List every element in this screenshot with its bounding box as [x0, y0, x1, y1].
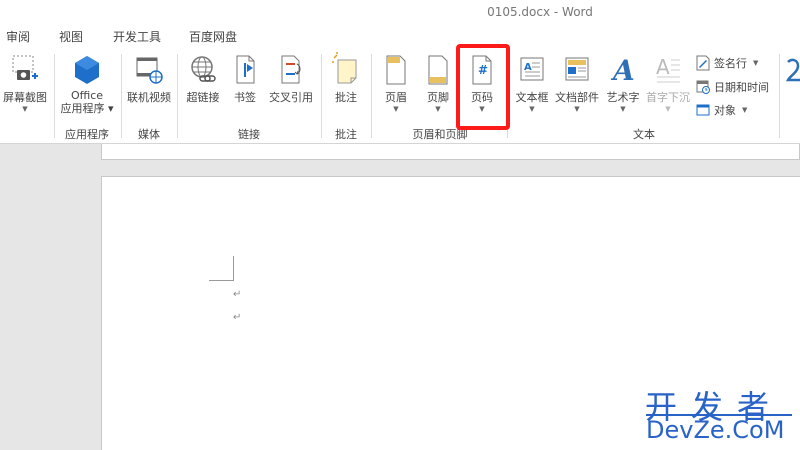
online-video-icon: [134, 52, 164, 88]
footer-button[interactable]: 页脚 ▼: [420, 52, 456, 113]
wordart-icon: A: [608, 52, 638, 88]
footer-label: 页脚: [427, 91, 449, 104]
chevron-down-icon: ▼: [742, 106, 748, 114]
calendar-clock-icon: [696, 79, 710, 95]
text-box-label: 文本框: [515, 91, 549, 104]
text-box-button[interactable]: A 文本框 ▼: [512, 52, 552, 113]
date-time-button[interactable]: 日期和时间: [696, 77, 769, 97]
chevron-down-icon: ▼: [22, 105, 28, 113]
chevron-down-icon: ▼: [665, 105, 671, 113]
wordart-button[interactable]: A 艺术字 ▼: [604, 52, 642, 113]
drop-cap-label: 首字下沉: [646, 91, 690, 104]
comment-icon: [331, 52, 361, 88]
group-separator: [177, 54, 178, 138]
hyperlink-label: 超链接: [186, 91, 220, 104]
object-icon: [696, 102, 710, 118]
text-box-icon: A: [517, 52, 547, 88]
chevron-down-icon: ▼: [620, 105, 626, 113]
svg-text:A: A: [610, 54, 635, 87]
chevron-down-icon: ▼: [529, 105, 535, 113]
chevron-down-icon: ▼: [393, 105, 399, 113]
margin-corner-mark: [209, 280, 234, 281]
chevron-down-icon: ▼: [574, 105, 580, 113]
margin-corner-mark: [233, 256, 234, 280]
paragraph-mark: ↵: [233, 312, 242, 323]
wordart-label: 艺术字: [606, 91, 640, 104]
quick-parts-button[interactable]: 文档部件 ▼: [553, 52, 601, 113]
drop-cap-icon: A: [653, 52, 683, 88]
cross-reference-icon: [276, 52, 306, 88]
signature-line-icon: [696, 55, 710, 71]
office-apps-button[interactable]: Office 应用程序 ▾: [58, 52, 116, 115]
window-title: 0105.docx - Word: [487, 5, 593, 19]
group-separator: [54, 54, 55, 138]
quick-parts-icon: [562, 52, 592, 88]
comment-label: 批注: [335, 91, 357, 104]
object-label: 对象: [714, 104, 736, 117]
previous-page-bottom: [101, 144, 800, 160]
online-video-label: 联机视频: [127, 91, 171, 104]
hyperlink-button[interactable]: 超链接: [182, 52, 224, 104]
group-separator: [371, 54, 372, 138]
group-label-apps: 应用程序: [65, 128, 109, 141]
group-label-media: 媒体: [138, 128, 160, 141]
ribbon: 屏幕截图 ▼ Office 应用程序 ▾ 应用程序 联机视频 媒体 超链接 书签…: [0, 48, 800, 144]
online-video-button[interactable]: 联机视频: [124, 52, 174, 104]
screenshot-icon: [10, 52, 40, 88]
office-apps-label-line2: 应用程序: [60, 102, 105, 115]
comment-button[interactable]: 批注: [326, 52, 366, 104]
drop-cap-button[interactable]: A 首字下沉 ▼: [644, 52, 692, 113]
cross-reference-button[interactable]: 交叉引用: [266, 52, 316, 104]
bookmark-icon: [230, 52, 260, 88]
tab-developer[interactable]: 开发工具: [113, 28, 161, 45]
header-icon: [381, 52, 411, 88]
tab-baidu-netdisk[interactable]: 百度网盘: [189, 28, 237, 45]
globe-link-icon: [188, 52, 218, 88]
ribbon-tabs: 审阅 视图 开发工具 百度网盘: [0, 24, 800, 48]
object-button[interactable]: 对象 ▼: [696, 100, 747, 120]
date-time-label: 日期和时间: [714, 81, 769, 94]
footer-icon: [423, 52, 453, 88]
svg-text:A: A: [656, 55, 670, 79]
group-label-links: 链接: [238, 128, 260, 141]
cross-reference-label: 交叉引用: [269, 91, 313, 104]
signature-line-label: 签名行: [714, 57, 747, 70]
screenshot-label: 屏幕截图: [3, 91, 47, 104]
watermark-english: DevZe.CoM: [646, 416, 785, 444]
bookmark-label: 书签: [234, 91, 256, 104]
quick-parts-label: 文档部件: [555, 91, 599, 104]
header-button[interactable]: 页眉 ▼: [378, 52, 414, 113]
chevron-down-icon: ▼: [435, 105, 441, 113]
tab-view[interactable]: 视图: [59, 28, 83, 45]
highlight-box: [456, 44, 510, 130]
office-store-icon: [72, 52, 102, 86]
paragraph-mark: ↵: [233, 289, 242, 300]
bookmark-button[interactable]: 书签: [228, 52, 262, 104]
header-label: 页眉: [385, 91, 407, 104]
tab-review[interactable]: 审阅: [6, 28, 30, 45]
group-separator: [321, 54, 322, 138]
equation-icon[interactable]: [786, 56, 800, 86]
group-label-comments: 批注: [335, 128, 357, 141]
chevron-down-icon: ▼: [753, 59, 759, 67]
office-apps-label-line1: Office: [70, 89, 104, 102]
signature-line-button[interactable]: 签名行 ▼: [696, 53, 758, 73]
title-bar: 0105.docx - Word: [0, 0, 800, 24]
group-separator: [779, 54, 780, 138]
svg-text:A: A: [524, 62, 532, 73]
group-separator: [121, 54, 122, 138]
screenshot-button[interactable]: 屏幕截图 ▼: [0, 52, 50, 113]
group-label-text: 文本: [633, 128, 655, 141]
